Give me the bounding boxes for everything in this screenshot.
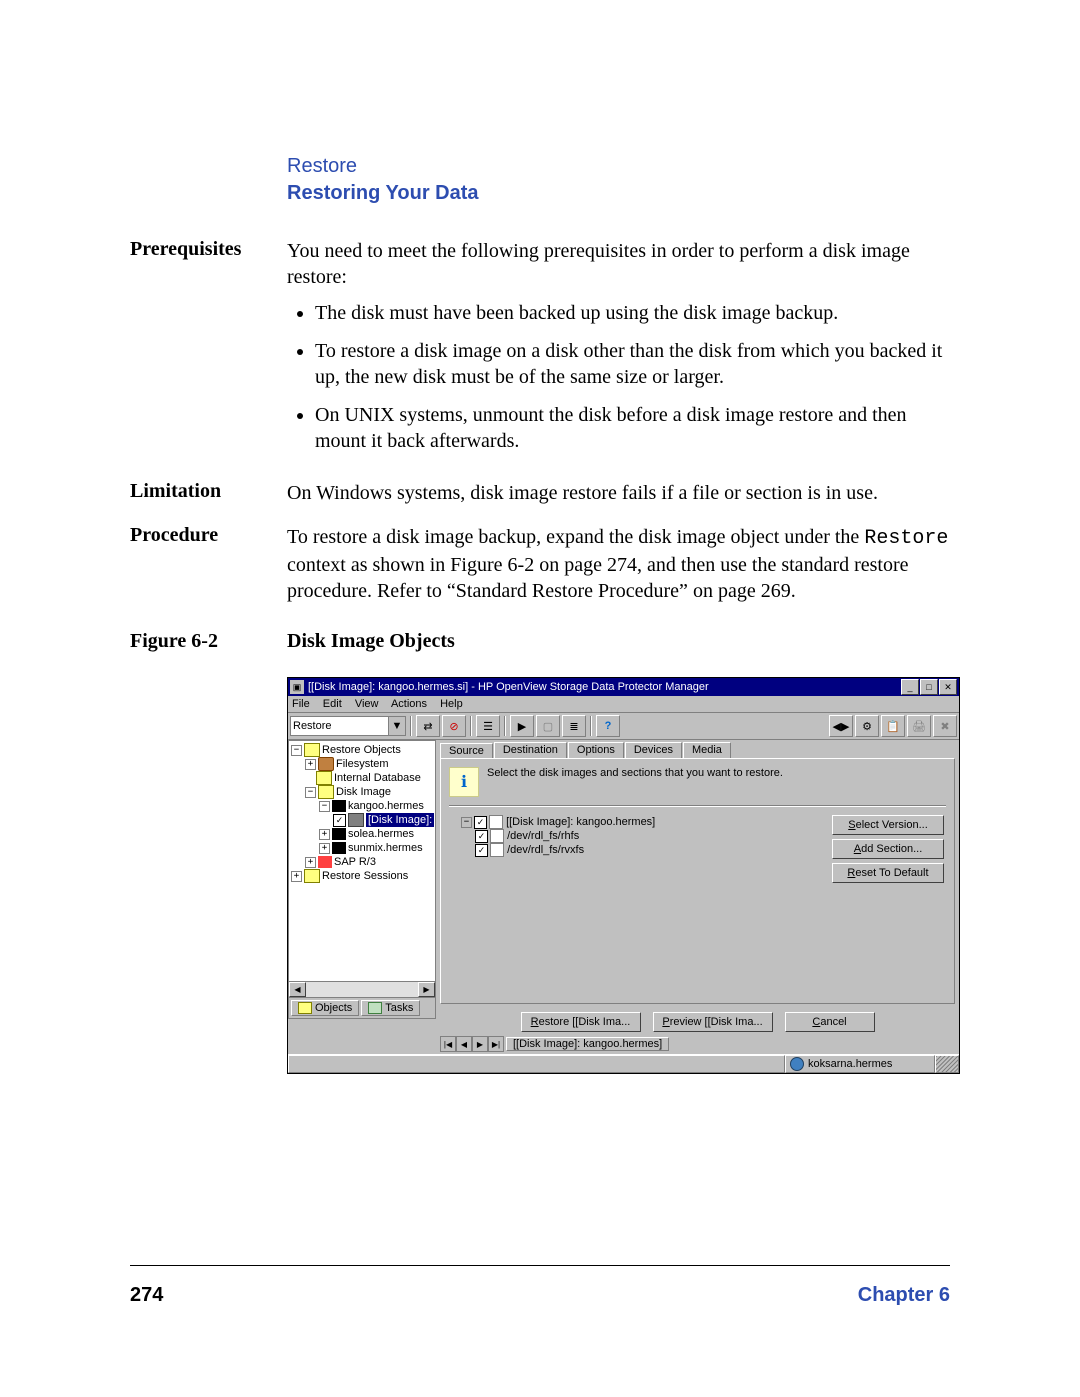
scroll-right-icon[interactable]: ▶ [418,982,435,997]
restore-button[interactable]: Restore [[Disk Ima... [521,1012,641,1032]
device-icon [490,829,504,843]
figure-title: Disk Image Objects [287,630,455,653]
tree-restore-objects[interactable]: −Restore Objects [291,743,433,757]
toolbar-nav2-icon[interactable]: ⚙ [855,715,879,737]
chapter-label: Chapter 6 [858,1284,950,1307]
app-icon: ▣ [290,680,304,694]
toolbar: Restore ▼ ⇄ ⊘ ☰ ▶ ▢ ≣ ? ◀▶ ⚙ 📋 🖨 ✖ [288,713,959,740]
nav-prev-icon[interactable]: ◀ [456,1036,472,1052]
toolbar-list-icon[interactable]: ≣ [562,715,586,737]
header-subsection: Restoring Your Data [287,182,479,205]
maximize-button[interactable]: □ [920,679,938,695]
scoping-tab-objects[interactable]: Objects [291,1000,359,1016]
tree-sunmix[interactable]: +sunmix.hermes [291,841,433,855]
close-button[interactable]: ✕ [939,679,957,695]
globe-icon [790,1057,804,1071]
menu-edit[interactable]: Edit [323,698,342,710]
nav-first-icon[interactable]: |◀ [440,1036,456,1052]
prereq-bullet-2: To restore a disk image on a disk other … [315,338,950,390]
tree-kangoo[interactable]: −kangoo.hermes [291,799,433,813]
toolbar-copy-icon[interactable]: 📋 [881,715,905,737]
add-section-button[interactable]: Add Section... [832,839,944,859]
cancel-button[interactable]: Cancel [785,1012,875,1032]
context-combo[interactable]: Restore ▼ [290,716,406,736]
select-version-button[interactable]: Select Version... [832,815,944,835]
tasks-icon [368,1002,382,1014]
device-icon [490,843,504,857]
reset-default-button[interactable]: Reset To Default [832,863,944,883]
menu-actions[interactable]: Actions [391,698,427,710]
tree-sap[interactable]: +SAP R/3 [291,855,433,869]
statusbar: koksarna.hermes [288,1054,959,1073]
toolbar-stop-icon[interactable]: ⊘ [442,715,466,737]
tab-devices[interactable]: Devices [625,742,682,758]
prerequisites-intro: You need to meet the following prerequis… [287,240,910,288]
status-host: koksarna.hermes [808,1058,892,1070]
app-window: ▣ [[Disk Image]: kangoo.hermes.si] - HP … [287,677,960,1074]
tab-destination[interactable]: Destination [494,742,567,758]
preview-button[interactable]: Preview [[Disk Ima... [653,1012,773,1032]
toolbar-delete-icon[interactable]: ✖ [933,715,957,737]
toolbar-connect-icon[interactable]: ⇄ [416,715,440,737]
page-number: 274 [130,1284,163,1307]
instruction-text: Select the disk images and sections that… [487,767,783,779]
window-title: [[Disk Image]: kangoo.hermes.si] - HP Op… [308,681,901,693]
tab-source[interactable]: Source [440,743,493,759]
limitation-text: On Windows systems, disk image restore f… [287,480,950,506]
nav-next-icon[interactable]: ▶ [472,1036,488,1052]
limitation-label: Limitation [130,480,287,506]
toolbar-print-icon[interactable]: 🖨 [907,715,931,737]
procedure-label: Procedure [130,524,287,604]
menu-file[interactable]: File [292,698,310,710]
tree-filesystem[interactable]: +Filesystem [291,757,433,771]
toolbar-nav1-icon[interactable]: ◀▶ [829,715,853,737]
toolbar-help-icon[interactable]: ? [596,715,620,737]
titlebar: ▣ [[Disk Image]: kangoo.hermes.si] - HP … [288,678,959,696]
menubar: File Edit View Actions Help [288,696,959,713]
tree-scrollbar[interactable]: ◀ ▶ [289,981,435,997]
menu-help[interactable]: Help [440,698,463,710]
scoping-tab-tasks[interactable]: Tasks [361,1000,420,1016]
chevron-down-icon: ▼ [388,717,405,735]
tab-media[interactable]: Media [683,742,731,758]
scoping-pane: −Restore Objects +Filesystem Internal Da… [288,740,436,998]
tree-disk-image-selected[interactable]: ✓[Disk Image]: [291,813,433,827]
toolbar-run-icon[interactable]: ▶ [510,715,534,737]
prereq-bullet-1: The disk must have been backed up using … [315,300,950,326]
toolbar-pause-icon[interactable]: ▢ [536,715,560,737]
objects-icon [298,1002,312,1014]
tree-solea[interactable]: +solea.hermes [291,827,433,841]
tree-internal-db[interactable]: Internal Database [291,771,433,785]
prerequisites-label: Prerequisites [130,238,287,466]
tree-restore-sessions[interactable]: +Restore Sessions [291,869,433,883]
minimize-button[interactable]: _ [901,679,919,695]
scroll-left-icon[interactable]: ◀ [289,982,306,997]
header-section: Restore [287,155,479,178]
procedure-text: To restore a disk image backup, expand t… [287,524,950,604]
figure-label: Figure 6-2 [130,630,287,653]
tab-options[interactable]: Options [568,742,624,758]
info-icon: ℹ [449,767,479,797]
prereq-bullet-3: On UNIX systems, unmount the disk before… [315,402,950,454]
nav-last-icon[interactable]: ▶| [488,1036,504,1052]
nav-tab[interactable]: [[Disk Image]: kangoo.hermes] [506,1037,669,1051]
menu-view[interactable]: View [355,698,379,710]
disk-image-icon [489,815,503,829]
toolbar-properties-icon[interactable]: ☰ [476,715,500,737]
tree-disk-image[interactable]: −Disk Image [291,785,433,799]
